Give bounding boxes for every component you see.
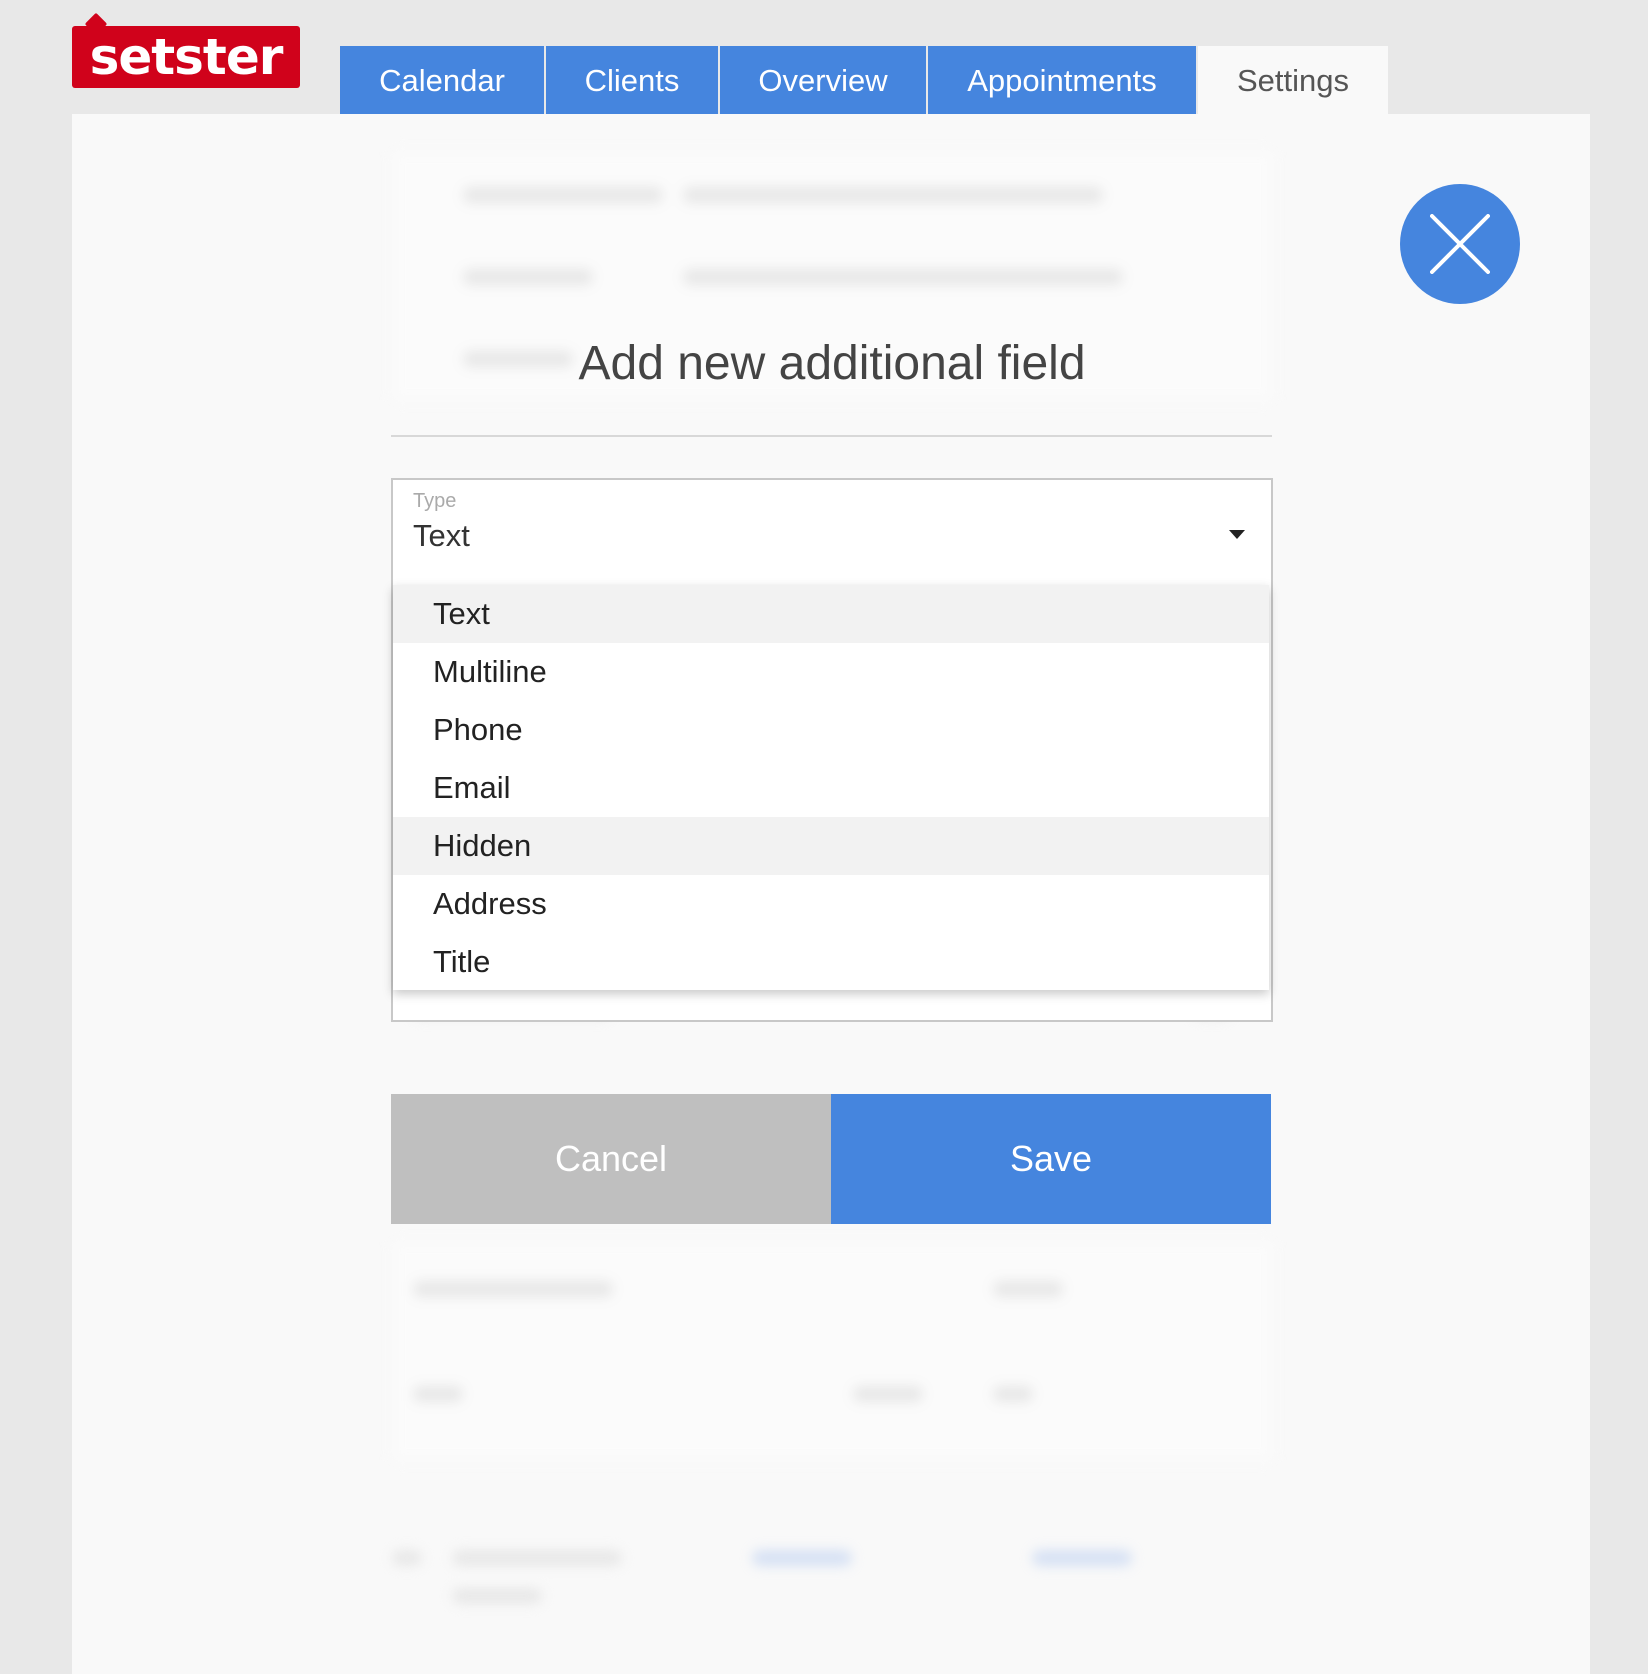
modal-title: Add new additional field <box>578 337 1086 390</box>
main-nav-tabs: Calendar Clients Overview Appointments S… <box>340 46 1390 114</box>
close-button[interactable] <box>1400 184 1520 304</box>
tab-appointments[interactable]: Appointments <box>928 46 1196 114</box>
background-card <box>392 1240 1274 1462</box>
dropdown-option-hidden[interactable]: Hidden <box>393 817 1269 875</box>
dropdown-option-address[interactable]: Address <box>393 875 1269 933</box>
dropdown-option-multiline[interactable]: Multiline <box>393 643 1269 701</box>
save-button[interactable]: Save <box>831 1094 1271 1224</box>
tab-settings[interactable]: Settings <box>1198 46 1388 114</box>
title-divider <box>391 435 1272 437</box>
type-dropdown-menu: Text Multiline Phone Email Hidden Addres… <box>393 585 1269 990</box>
background-row <box>392 1530 1272 1610</box>
type-field-value: Text <box>413 518 470 553</box>
close-icon <box>1430 214 1490 274</box>
tab-clients[interactable]: Clients <box>546 46 718 114</box>
cancel-button[interactable]: Cancel <box>391 1094 831 1224</box>
setster-logo[interactable]: setster <box>72 26 300 88</box>
dropdown-option-text[interactable]: Text <box>393 585 1269 643</box>
dropdown-option-phone[interactable]: Phone <box>393 701 1269 759</box>
tab-calendar[interactable]: Calendar <box>340 46 544 114</box>
dropdown-option-email[interactable]: Email <box>393 759 1269 817</box>
type-field-label: Type <box>413 490 457 512</box>
chevron-down-icon[interactable] <box>1229 530 1245 539</box>
tab-overview[interactable]: Overview <box>720 46 926 114</box>
dropdown-option-title[interactable]: Title <box>393 933 1269 991</box>
